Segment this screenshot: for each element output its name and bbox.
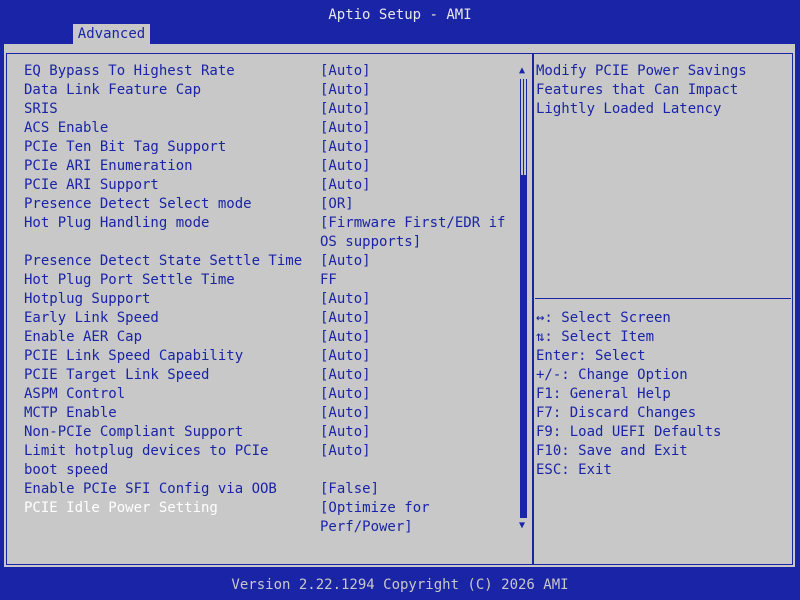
tab-advanced[interactable]: Advanced	[73, 24, 150, 44]
key-hint: F1: General Help	[536, 386, 671, 402]
setting-value[interactable]: [Auto]	[320, 347, 371, 366]
setting-label[interactable]: Enable PCIe SFI Config via OOB	[24, 480, 277, 499]
key-hint: ↔: Select Screen	[536, 310, 671, 326]
setting-label[interactable]: Hotplug Support	[24, 290, 150, 309]
setting-label[interactable]: Early Link Speed	[24, 309, 159, 328]
setting-value[interactable]: [OR]	[320, 195, 354, 214]
setting-value[interactable]: FF	[320, 271, 337, 290]
setting-value[interactable]: [Auto]	[320, 404, 371, 423]
setting-label[interactable]: PCIE Target Link Speed	[24, 366, 209, 385]
setting-label[interactable]: MCTP Enable	[24, 404, 117, 423]
setting-label[interactable]: Limit hotplug devices to PCIe	[24, 442, 268, 461]
setting-label[interactable]: Data Link Feature Cap	[24, 81, 201, 100]
setting-label[interactable]: ACS Enable	[24, 119, 108, 138]
setting-label[interactable]: PCIe ARI Support	[24, 176, 159, 195]
setting-value[interactable]: [Auto]	[320, 366, 371, 385]
key-hint: Enter: Select	[536, 348, 646, 364]
scroll-down-icon[interactable]: ▼	[519, 521, 525, 531]
setting-label[interactable]: Presence Detect Select mode	[24, 195, 252, 214]
setting-value[interactable]: [Auto]	[320, 385, 371, 404]
setting-value[interactable]: [Auto]	[320, 119, 371, 138]
setting-value[interactable]: [Optimize for	[320, 499, 430, 518]
setting-label[interactable]: EQ Bypass To Highest Rate	[24, 62, 235, 81]
setting-value[interactable]: [Auto]	[320, 157, 371, 176]
setting-value[interactable]: [Auto]	[320, 100, 371, 119]
setting-label-continued[interactable]: boot speed	[24, 461, 108, 480]
setting-label[interactable]: Presence Detect State Settle Time	[24, 252, 302, 271]
setting-label[interactable]: PCIe Ten Bit Tag Support	[24, 138, 226, 157]
setting-label[interactable]: ASPM Control	[24, 385, 125, 404]
setting-label[interactable]: Hot Plug Port Settle Time	[24, 271, 235, 290]
key-hint: F7: Discard Changes	[536, 405, 697, 421]
key-hint: ESC: Exit	[536, 462, 612, 478]
setting-value[interactable]: [Auto]	[320, 423, 371, 442]
help-divider	[532, 53, 534, 565]
help-text: Features that Can Impact	[536, 82, 739, 98]
setting-label[interactable]: SRIS	[24, 100, 58, 119]
scrollbar-track-upper[interactable]	[520, 79, 527, 175]
scroll-up-icon[interactable]: ▲	[519, 66, 525, 76]
scrollbar-thumb[interactable]	[520, 175, 527, 518]
help-text: Modify PCIE Power Savings	[536, 63, 747, 79]
setting-label[interactable]: PCIe ARI Enumeration	[24, 157, 193, 176]
setting-value-continued[interactable]: OS supports]	[320, 233, 421, 252]
setting-value[interactable]: [Auto]	[320, 81, 371, 100]
footer-version: Version 2.22.1294 Copyright (C) 2026 AMI	[0, 576, 800, 600]
setting-value[interactable]: [Auto]	[320, 290, 371, 309]
setting-value[interactable]: [Auto]	[320, 138, 371, 157]
key-hint: +/-: Change Option	[536, 367, 688, 383]
key-hint: F9: Load UEFI Defaults	[536, 424, 722, 440]
setting-value[interactable]: [Auto]	[320, 442, 371, 461]
help-separator	[535, 298, 791, 299]
setting-value[interactable]: [Auto]	[320, 176, 371, 195]
setting-label[interactable]: Enable AER Cap	[24, 328, 142, 347]
setting-label[interactable]: Hot Plug Handling mode	[24, 214, 209, 233]
setting-value[interactable]: [Auto]	[320, 309, 371, 328]
key-hint: F10: Save and Exit	[536, 443, 688, 459]
setting-value[interactable]: [False]	[320, 480, 379, 499]
setting-value[interactable]: [Auto]	[320, 62, 371, 81]
setting-label[interactable]: Non-PCIe Compliant Support	[24, 423, 243, 442]
window-title: Aptio Setup - AMI	[328, 7, 472, 23]
setting-value[interactable]: [Firmware First/EDR if	[320, 214, 505, 233]
setting-label-selected[interactable]: PCIE Idle Power Setting	[24, 499, 218, 518]
setting-label[interactable]: PCIE Link Speed Capability	[24, 347, 243, 366]
key-hint: ⇅: Select Item	[536, 329, 655, 345]
setting-value[interactable]: [Auto]	[320, 252, 371, 271]
setting-value-continued[interactable]: Perf/Power]	[320, 518, 413, 537]
setting-value[interactable]: [Auto]	[320, 328, 371, 347]
help-text: Lightly Loaded Latency	[536, 101, 722, 117]
